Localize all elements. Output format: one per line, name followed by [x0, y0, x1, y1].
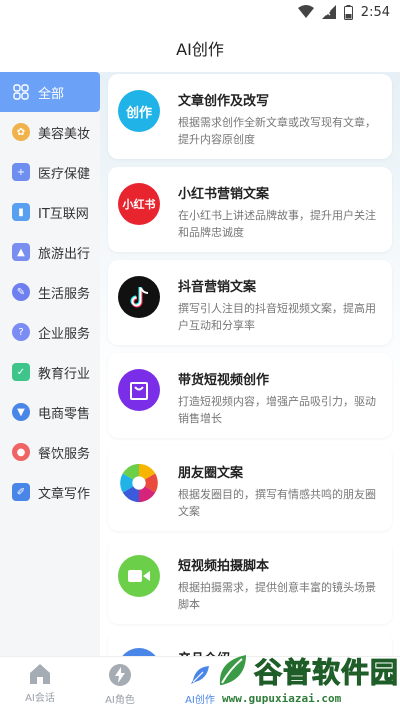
sidebar-item-medical[interactable]: + 医疗保健 [0, 152, 100, 192]
watermark: 谷普软件园 www.gupuxiazai.com [212, 652, 400, 712]
tab-label: AI创作 [185, 695, 215, 706]
card-description: 在小红书上讲述品牌故事，提升用户关注和品牌忠诚度 [178, 209, 376, 239]
leaf-logo-icon [219, 655, 246, 685]
sidebar-item-label: 教育行业 [38, 366, 91, 382]
sidebar-item-enterprise[interactable]: ? 企业服务 [0, 312, 100, 352]
template-card[interactable]: 带货短视频创作 打造短视频内容，增强产品吸引力，驱动销售增长 [108, 353, 392, 438]
feather-icon [191, 666, 209, 684]
page-title: AI创作 [176, 40, 224, 59]
sidebar-item-label: 企业服务 [38, 326, 91, 342]
ecommerce-icon: ▼ [12, 403, 30, 421]
sidebar-item-it[interactable]: ▮ IT互联网 [0, 192, 100, 232]
sidebar-item-label: 电商零售 [38, 406, 91, 422]
card-title: 抖音营销文案 [178, 280, 257, 295]
life-icon: ✎ [12, 283, 30, 301]
template-card[interactable]: 创作 文章创作及改写 根据需求创作全新文章或改写现有文章，提升内容原创度 [108, 74, 392, 159]
wifi-icon [297, 5, 314, 18]
sidebar-item-label: 医疗保健 [38, 166, 91, 182]
sidebar-item-travel[interactable]: ▲ 旅游出行 [0, 232, 100, 272]
sidebar-item-label: 文章写作 [38, 486, 91, 502]
template-list: 创作 文章创作及改写 根据需求创作全新文章或改写现有文章，提升内容原创度 小红书… [100, 72, 400, 656]
category-sidebar: 全部 ✿ 美容美妆 + 医疗保健 ▮ IT互联网 ▲ 旅游出行 ✎ 生活服务 ?… [0, 72, 100, 656]
travel-icon: ▲ [12, 243, 30, 261]
card-title: 小红书营销文案 [178, 187, 270, 202]
battery-icon [343, 4, 353, 20]
sidebar-item-label: 全部 [38, 86, 65, 102]
tab-ai-chat[interactable]: AI会话 [0, 663, 80, 704]
template-card[interactable]: 小红书 小红书营销文案 在小红书上讲述品牌故事，提升用户关注和品牌忠诚度 [108, 167, 392, 252]
video-camera-icon [118, 555, 160, 597]
sidebar-item-label: IT互联网 [38, 206, 89, 222]
enterprise-icon: ? [12, 323, 30, 341]
card-description: 撰写引人注目的抖音短视频文案，提高用户互动和分享率 [178, 302, 376, 332]
card-title: 朋友圈文案 [178, 466, 244, 481]
shopping-bag-icon [118, 369, 160, 411]
sidebar-item-label: 旅游出行 [38, 246, 91, 262]
sidebar-item-beauty[interactable]: ✿ 美容美妆 [0, 112, 100, 152]
sidebar-item-all[interactable]: 全部 [0, 72, 100, 112]
card-description: 根据发圈目的，撰写有情感共鸣的朋友圈文案 [178, 488, 376, 518]
watermark-url: www.gupuxiazai.com [222, 692, 342, 705]
template-card[interactable]: 抖音营销文案 撰写引人注目的抖音短视频文案，提高用户互动和分享率 [108, 260, 392, 345]
lightning-icon [109, 664, 131, 686]
clock: 2:54 [360, 4, 390, 20]
template-card[interactable]: 短视频拍摄脚本 根据拍摄需求，提供创意丰富的镜头场景脚本 [108, 539, 392, 624]
sidebar-item-ecommerce[interactable]: ▼ 电商零售 [0, 392, 100, 432]
article-icon: 创作 [118, 90, 160, 132]
sidebar-item-label: 餐饮服务 [38, 446, 91, 462]
home-icon [30, 664, 50, 684]
card-title: 文章创作及改写 [178, 94, 270, 109]
sidebar-item-writing[interactable]: ✐ 文章写作 [0, 472, 100, 512]
template-card[interactable]: 朋友圈文案 根据发圈目的，撰写有情感共鸣的朋友圈文案 [108, 446, 392, 531]
beauty-icon: ✿ [12, 123, 30, 141]
writing-icon: ✐ [12, 483, 30, 501]
it-icon: ▮ [12, 203, 30, 221]
catering-icon: ● [12, 443, 30, 461]
xiaohongshu-icon: 小红书 [118, 183, 160, 225]
tab-label: AI会话 [25, 693, 55, 704]
card-title: 带货短视频创作 [178, 373, 270, 388]
card-title: 短视频拍摄脚本 [178, 559, 270, 574]
douyin-icon [118, 276, 160, 318]
watermark-text: 谷普软件园 [253, 656, 400, 690]
education-icon: ✓ [12, 363, 30, 381]
tab-label: AI角色 [105, 695, 135, 706]
sidebar-item-education[interactable]: ✓ 教育行业 [0, 352, 100, 392]
sidebar-item-label: 生活服务 [38, 286, 91, 302]
sidebar-item-life[interactable]: ✎ 生活服务 [0, 272, 100, 312]
card-description: 根据拍摄需求，提供创意丰富的镜头场景脚本 [178, 581, 376, 611]
aperture-icon [118, 462, 160, 504]
product-icon [118, 648, 160, 656]
tab-ai-role[interactable]: AI角色 [80, 663, 160, 706]
medical-icon: + [12, 163, 30, 181]
sidebar-item-catering[interactable]: ● 餐饮服务 [0, 432, 100, 472]
card-description: 根据需求创作全新文章或改写现有文章，提升内容原创度 [178, 116, 376, 146]
card-description: 打造短视频内容，增强产品吸引力，驱动销售增长 [178, 395, 376, 425]
sidebar-item-label: 美容美妆 [38, 126, 91, 142]
grid-icon [12, 83, 30, 101]
signal-icon [321, 5, 336, 19]
status-bar: 2:54 [0, 0, 400, 24]
